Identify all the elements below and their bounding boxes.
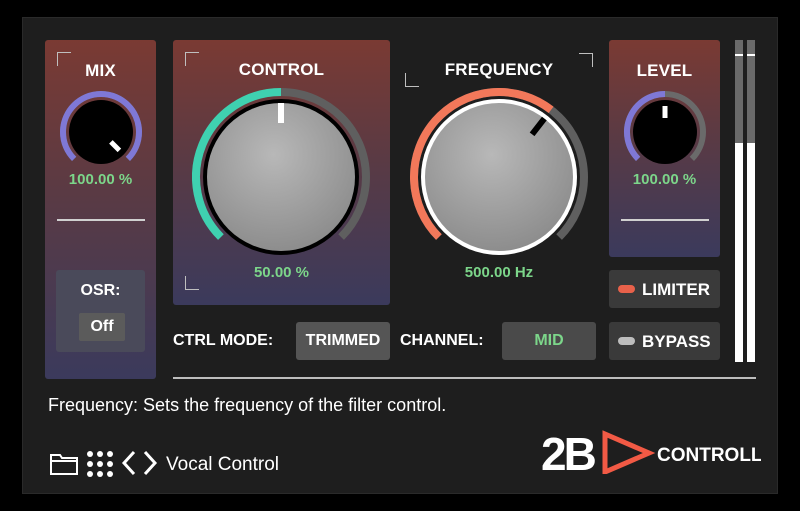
ctrl-mode-button[interactable]: TRIMMED (296, 322, 390, 360)
meter-peak-right (747, 54, 755, 56)
control-knob-body (207, 103, 355, 251)
next-preset-icon[interactable] (142, 450, 158, 476)
previous-preset-icon[interactable] (121, 450, 137, 476)
mix-divider (57, 219, 145, 221)
control-value: 50.00 % (253, 264, 310, 281)
frequency-knob-body (425, 103, 573, 251)
channel-label: CHANNEL: (400, 332, 484, 349)
plugin-window: MIX 100.00 % OSR: Off CONTROL 50.00 % FR… (22, 17, 778, 494)
limiter-led (618, 285, 635, 293)
limiter-label: LIMITER (642, 280, 710, 299)
control-knob[interactable] (192, 88, 370, 266)
output-meter-right (747, 40, 755, 362)
mix-title: MIX (85, 61, 116, 80)
limiter-button[interactable]: LIMITER (609, 270, 720, 308)
play-triangle-icon (602, 430, 656, 474)
frequency-knob[interactable] (410, 88, 588, 266)
osr-section: OSR: Off (56, 270, 145, 352)
mix-knob[interactable] (59, 90, 143, 174)
bypass-label: BYPASS (642, 332, 711, 351)
osr-label: OSR: (80, 282, 121, 299)
meter-peak-left (735, 54, 743, 56)
grid-menu-icon[interactable] (86, 450, 114, 478)
section-divider (173, 377, 756, 379)
folder-icon[interactable] (49, 450, 79, 476)
ctrl-mode-label: CTRL MODE: (173, 332, 274, 349)
level-divider (621, 219, 709, 221)
level-value: 100.00 % (632, 171, 697, 188)
brand-word: CONTROLLED (657, 445, 761, 466)
bypass-led (618, 337, 635, 345)
frequency-title: FREQUENCY (444, 60, 554, 79)
brand-logo: 2B CONTROLLED (541, 430, 761, 474)
bypass-button[interactable]: BYPASS (609, 322, 720, 360)
control-title: CONTROL (238, 60, 325, 79)
preset-name[interactable]: Vocal Control (166, 454, 279, 476)
mix-knob-body (69, 100, 133, 164)
brand-mark: 2B (541, 430, 596, 474)
mix-value: 100.00 % (68, 171, 133, 188)
osr-button[interactable]: Off (79, 313, 125, 341)
level-title: LEVEL (636, 61, 693, 80)
parameter-description: Frequency: Sets the frequency of the fil… (48, 395, 447, 415)
output-meter-left (735, 40, 743, 362)
level-knob[interactable] (623, 90, 707, 174)
frequency-value: 500.00 Hz (464, 264, 534, 281)
channel-button[interactable]: MID (502, 322, 596, 360)
